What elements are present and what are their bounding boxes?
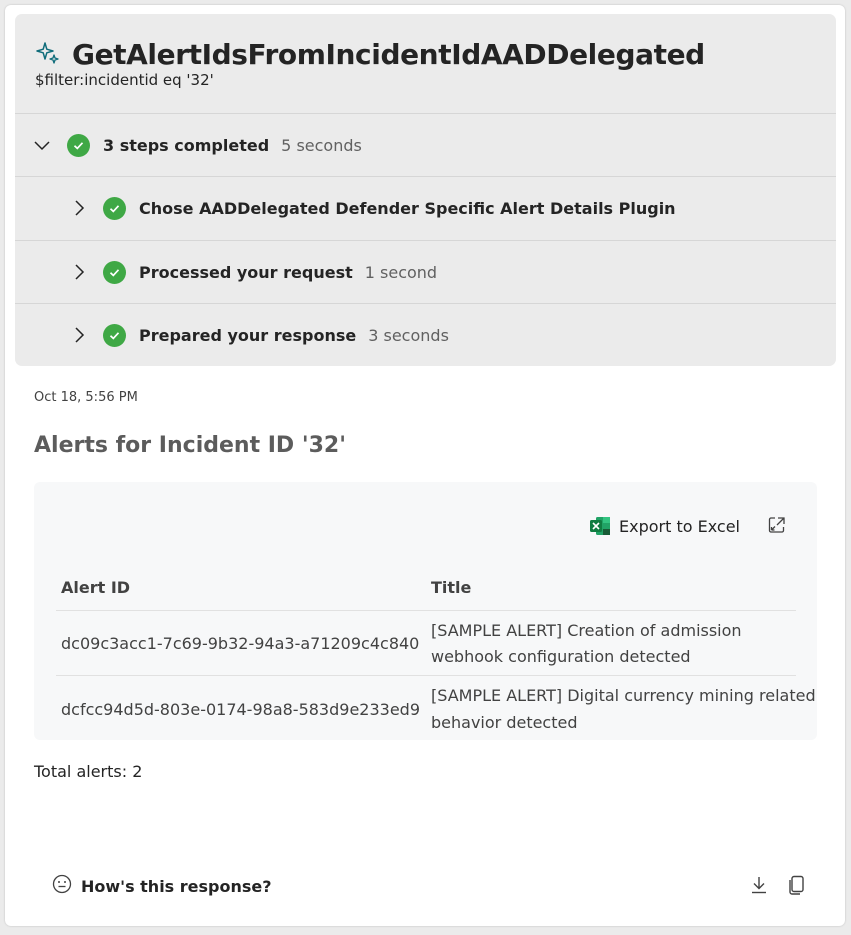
step-row-prepared[interactable]: Prepared your response 3 seconds xyxy=(15,304,836,366)
chevron-right-icon[interactable] xyxy=(68,197,90,219)
export-label: Export to Excel xyxy=(619,516,740,536)
alerts-table-panel: Export to Excel Alert ID Title dc09c3acc… xyxy=(34,482,817,740)
row-divider xyxy=(56,610,796,611)
section-title: Alerts for Incident ID '32' xyxy=(34,433,346,458)
open-in-new-icon[interactable] xyxy=(767,515,787,535)
title-cell-line: [SAMPLE ALERT] Creation of admission xyxy=(431,621,742,640)
row-divider xyxy=(56,675,796,676)
check-circle-icon xyxy=(67,133,90,157)
title-cell-line: behavior detected xyxy=(431,713,578,732)
title-cell-line: webhook configuration detected xyxy=(431,647,691,666)
step-duration: 1 second xyxy=(364,262,438,282)
response-card: GetAlertIdsFromIncidentIdAADDelegated $f… xyxy=(5,5,845,926)
download-icon[interactable] xyxy=(748,874,770,896)
check-circle-icon xyxy=(103,196,126,220)
copy-icon[interactable] xyxy=(786,874,808,896)
check-circle-icon xyxy=(103,260,126,284)
skill-title: GetAlertIdsFromIncidentIdAADDelegated xyxy=(72,37,705,71)
step-label: Processed your request xyxy=(139,262,353,282)
step-row-processed[interactable]: Processed your request 1 second xyxy=(15,241,836,303)
export-to-excel-button[interactable]: Export to Excel xyxy=(589,514,740,538)
feedback-button[interactable]: How's this response? xyxy=(52,874,272,898)
chevron-down-icon[interactable] xyxy=(31,134,53,156)
step-label: Chose AADDelegated Defender Specific Ale… xyxy=(139,198,676,218)
step-duration: 3 seconds xyxy=(368,325,449,345)
sparkle-icon xyxy=(35,41,61,67)
step-row-plugin[interactable]: Chose AADDelegated Defender Specific Ale… xyxy=(15,177,836,239)
column-header-alert-id[interactable]: Alert ID xyxy=(61,578,130,597)
check-circle-icon xyxy=(103,323,126,347)
step-label: Prepared your response xyxy=(139,325,357,345)
chevron-right-icon[interactable] xyxy=(68,261,90,283)
title-row: GetAlertIdsFromIncidentIdAADDelegated xyxy=(35,34,705,74)
excel-icon xyxy=(589,515,611,537)
smiley-icon xyxy=(52,874,72,898)
alert-id-cell: dc09c3acc1-7c69-9b32-94a3-a71209c4c840 xyxy=(61,634,420,653)
steps-summary-label: 3 steps completed xyxy=(103,135,270,155)
title-cell-line: [SAMPLE ALERT] Digital currency mining r… xyxy=(431,686,816,705)
steps-summary-duration: 5 seconds xyxy=(281,135,362,155)
skill-filter-text: $filter:incidentid eq '32' xyxy=(35,71,214,89)
skill-header: GetAlertIdsFromIncidentIdAADDelegated $f… xyxy=(15,14,836,366)
feedback-label: How's this response? xyxy=(81,876,272,896)
alert-id-cell: dcfcc94d5d-803e-0174-98a8-583d9e233ed9 xyxy=(61,700,421,719)
steps-summary-row[interactable]: 3 steps completed 5 seconds xyxy=(15,114,836,176)
column-header-title[interactable]: Title xyxy=(431,578,471,597)
total-alerts: Total alerts: 2 xyxy=(34,762,143,781)
response-timestamp: Oct 18, 5:56 PM xyxy=(34,390,138,405)
chevron-right-icon[interactable] xyxy=(68,324,90,346)
